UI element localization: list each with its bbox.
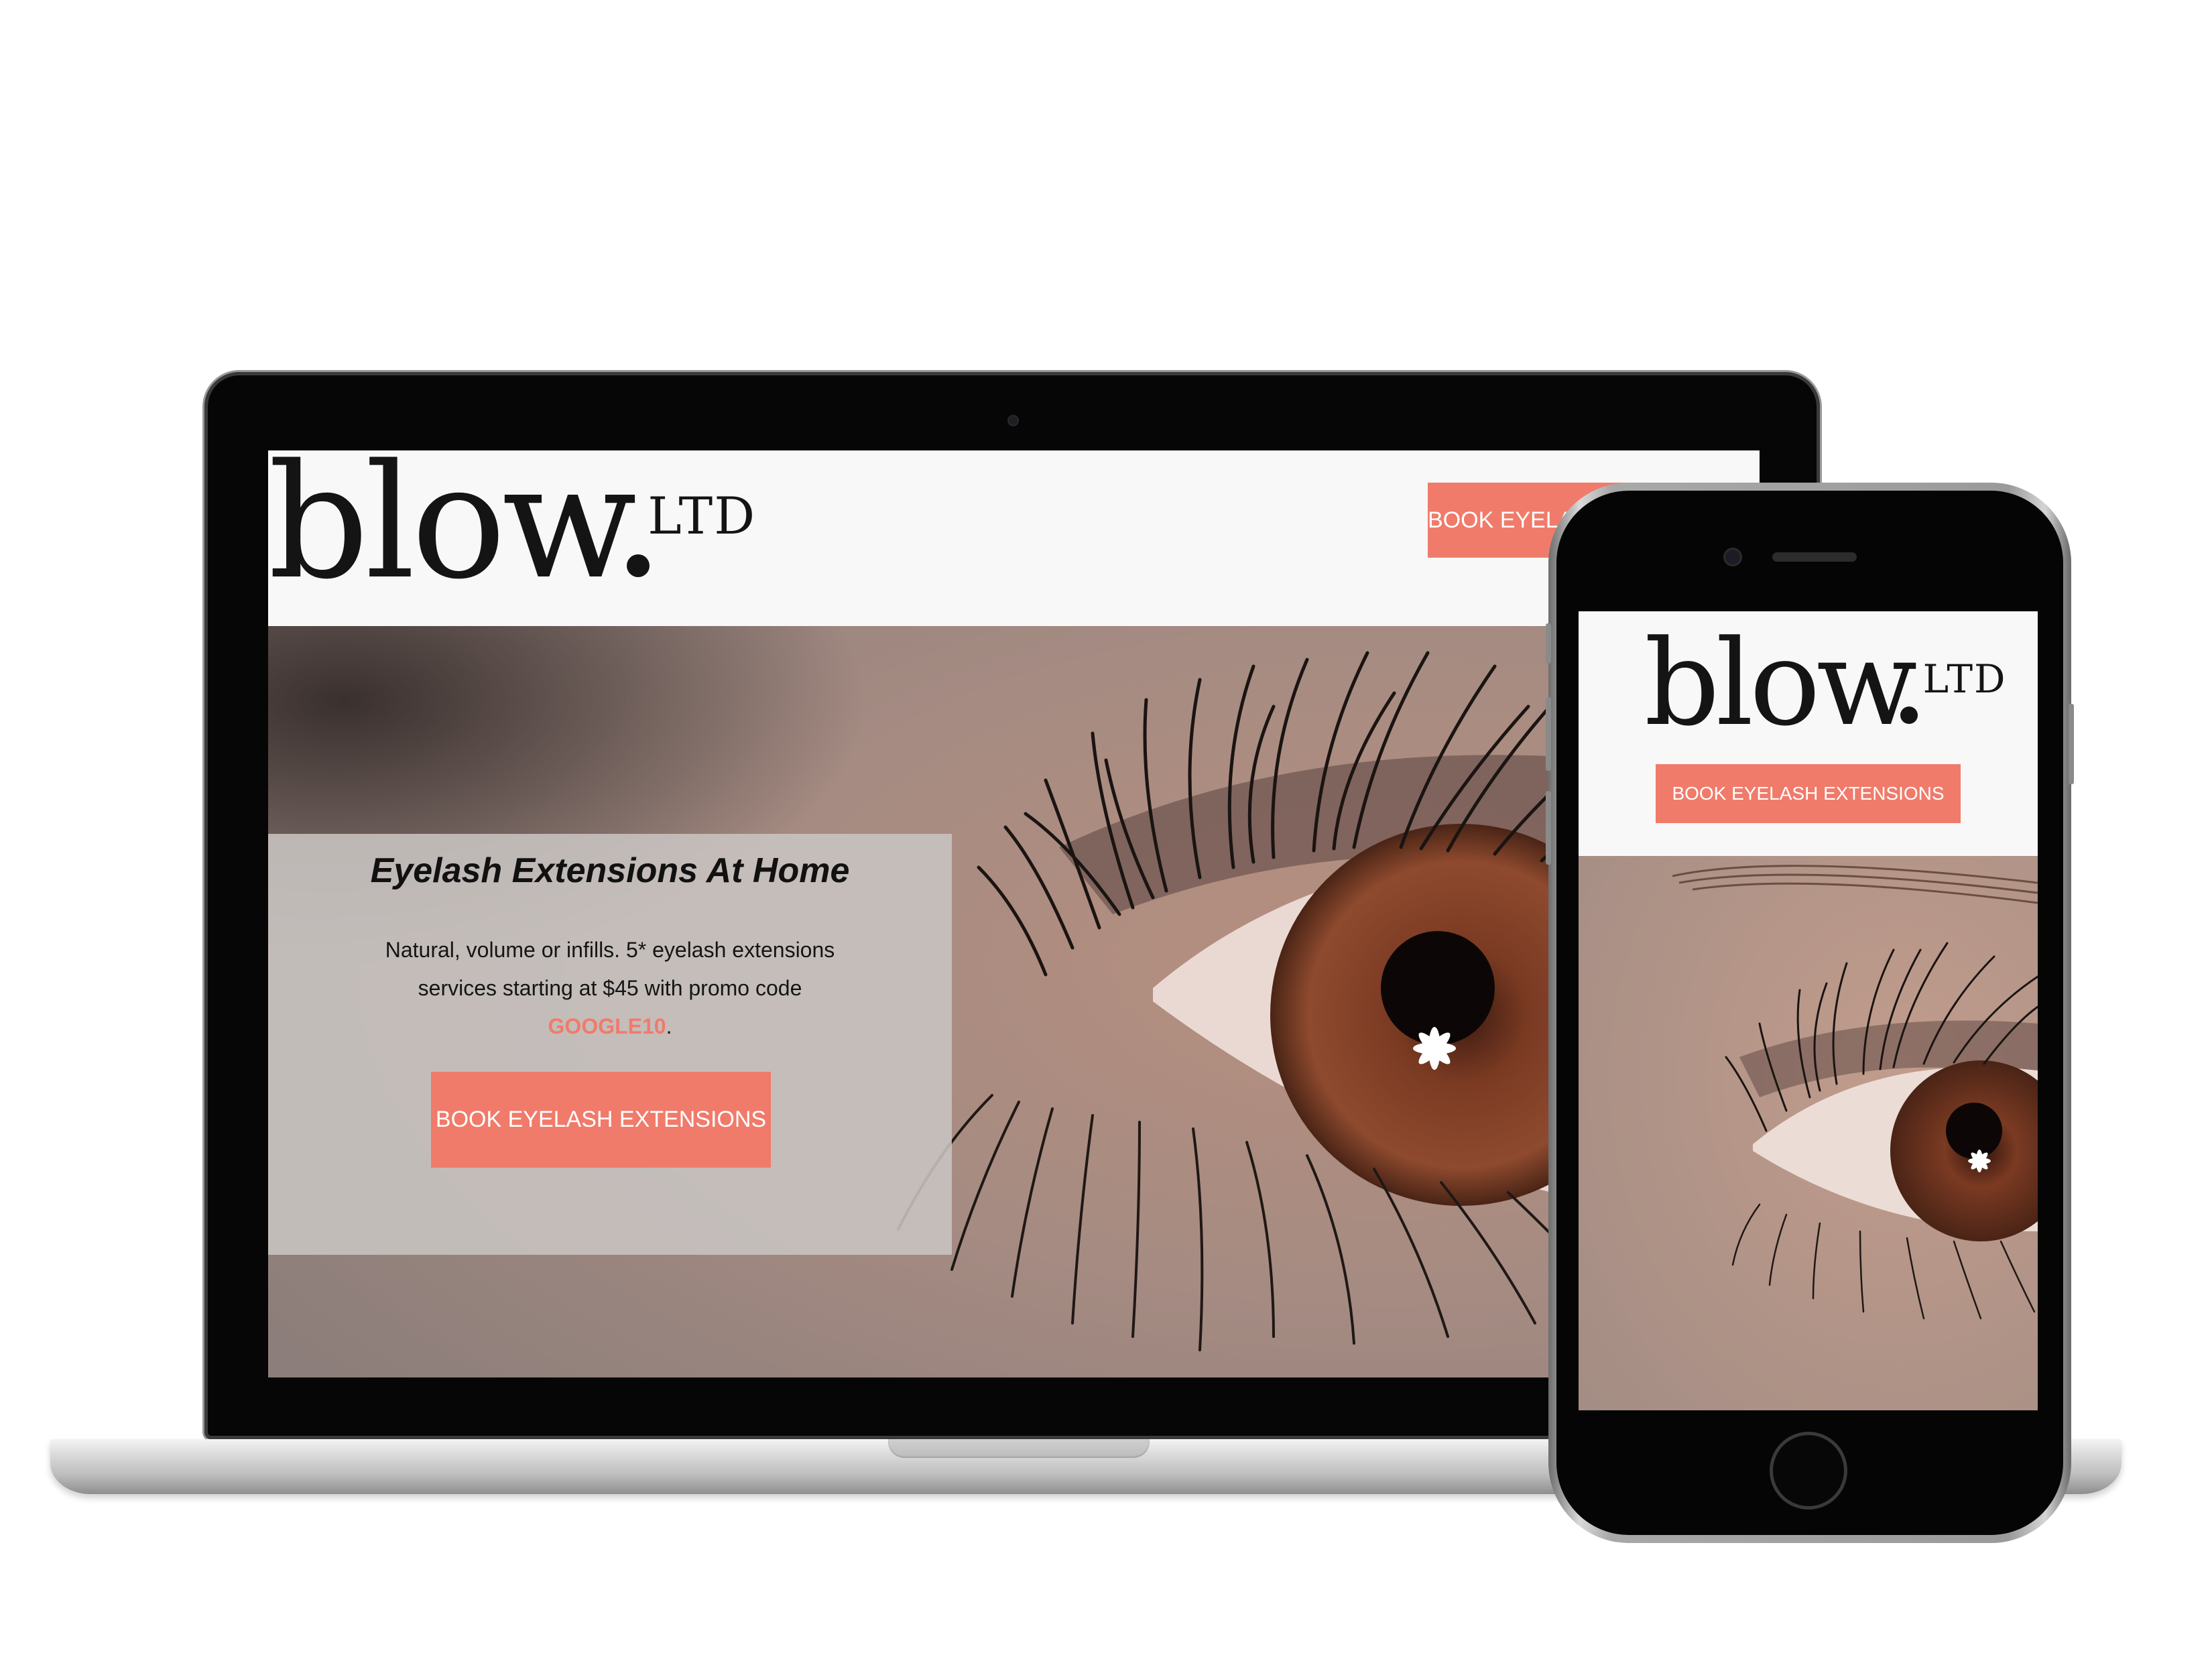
mobile-logo-word: blow xyxy=(1644,615,1918,752)
phone-volume-up xyxy=(1546,697,1551,771)
hero-banner: Eyelash Extensions At Home Natural, volu… xyxy=(268,626,1760,1377)
laptop-trackpad-notch xyxy=(888,1439,1150,1458)
logo-word: blow xyxy=(268,450,637,614)
laptop-camera-icon xyxy=(1009,416,1018,425)
mobile-logo-suffix: LTD xyxy=(1922,656,2007,702)
phone-screen: blow LTD BOOK EYELASH EXTENSIONS xyxy=(1579,611,2038,1410)
mobile-book-button[interactable]: BOOK EYELASH EXTENSIONS xyxy=(1656,764,1961,823)
promo-card: Eyelash Extensions At Home Natural, volu… xyxy=(268,834,952,1255)
phone-volume-down xyxy=(1546,791,1551,865)
promo-text: Natural, volume or infills. 5* eyelash e… xyxy=(385,938,835,1000)
phone-speaker-icon xyxy=(1772,552,1857,562)
promo-title: Eyelash Extensions At Home xyxy=(370,851,850,890)
logo-dot-icon xyxy=(627,554,650,577)
site-header: blowLTD BOOK EYELASH EXTENSIONS xyxy=(268,450,1760,626)
promo-book-button[interactable]: BOOK EYELASH EXTENSIONS xyxy=(431,1072,771,1168)
mobile-hero-eye-image xyxy=(1579,856,2038,1410)
phone-camera-icon xyxy=(1725,550,1740,564)
mobile-brand-logo[interactable]: blow LTD xyxy=(1644,625,2007,743)
phone-mute-switch xyxy=(1546,623,1551,664)
promo-code: GOOGLE10 xyxy=(548,1014,666,1038)
mobile-logo-dot-icon xyxy=(1900,706,1918,724)
phone-power-button xyxy=(2069,704,2074,784)
mobile-hero-banner xyxy=(1579,856,2038,1410)
brand-logo[interactable]: blow LTD xyxy=(268,450,756,601)
promo-description: Natural, volume or infills. 5* eyelash e… xyxy=(355,931,865,1046)
mobile-site-header: blow LTD BOOK EYELASH EXTENSIONS xyxy=(1579,611,2038,856)
phone-home-button-icon xyxy=(1770,1432,1847,1510)
promo-text-end: . xyxy=(666,1014,672,1038)
laptop-screen: blowLTD BOOK EYELASH EXTENSIONS xyxy=(268,450,1760,1377)
logo-suffix: LTD xyxy=(648,486,757,546)
